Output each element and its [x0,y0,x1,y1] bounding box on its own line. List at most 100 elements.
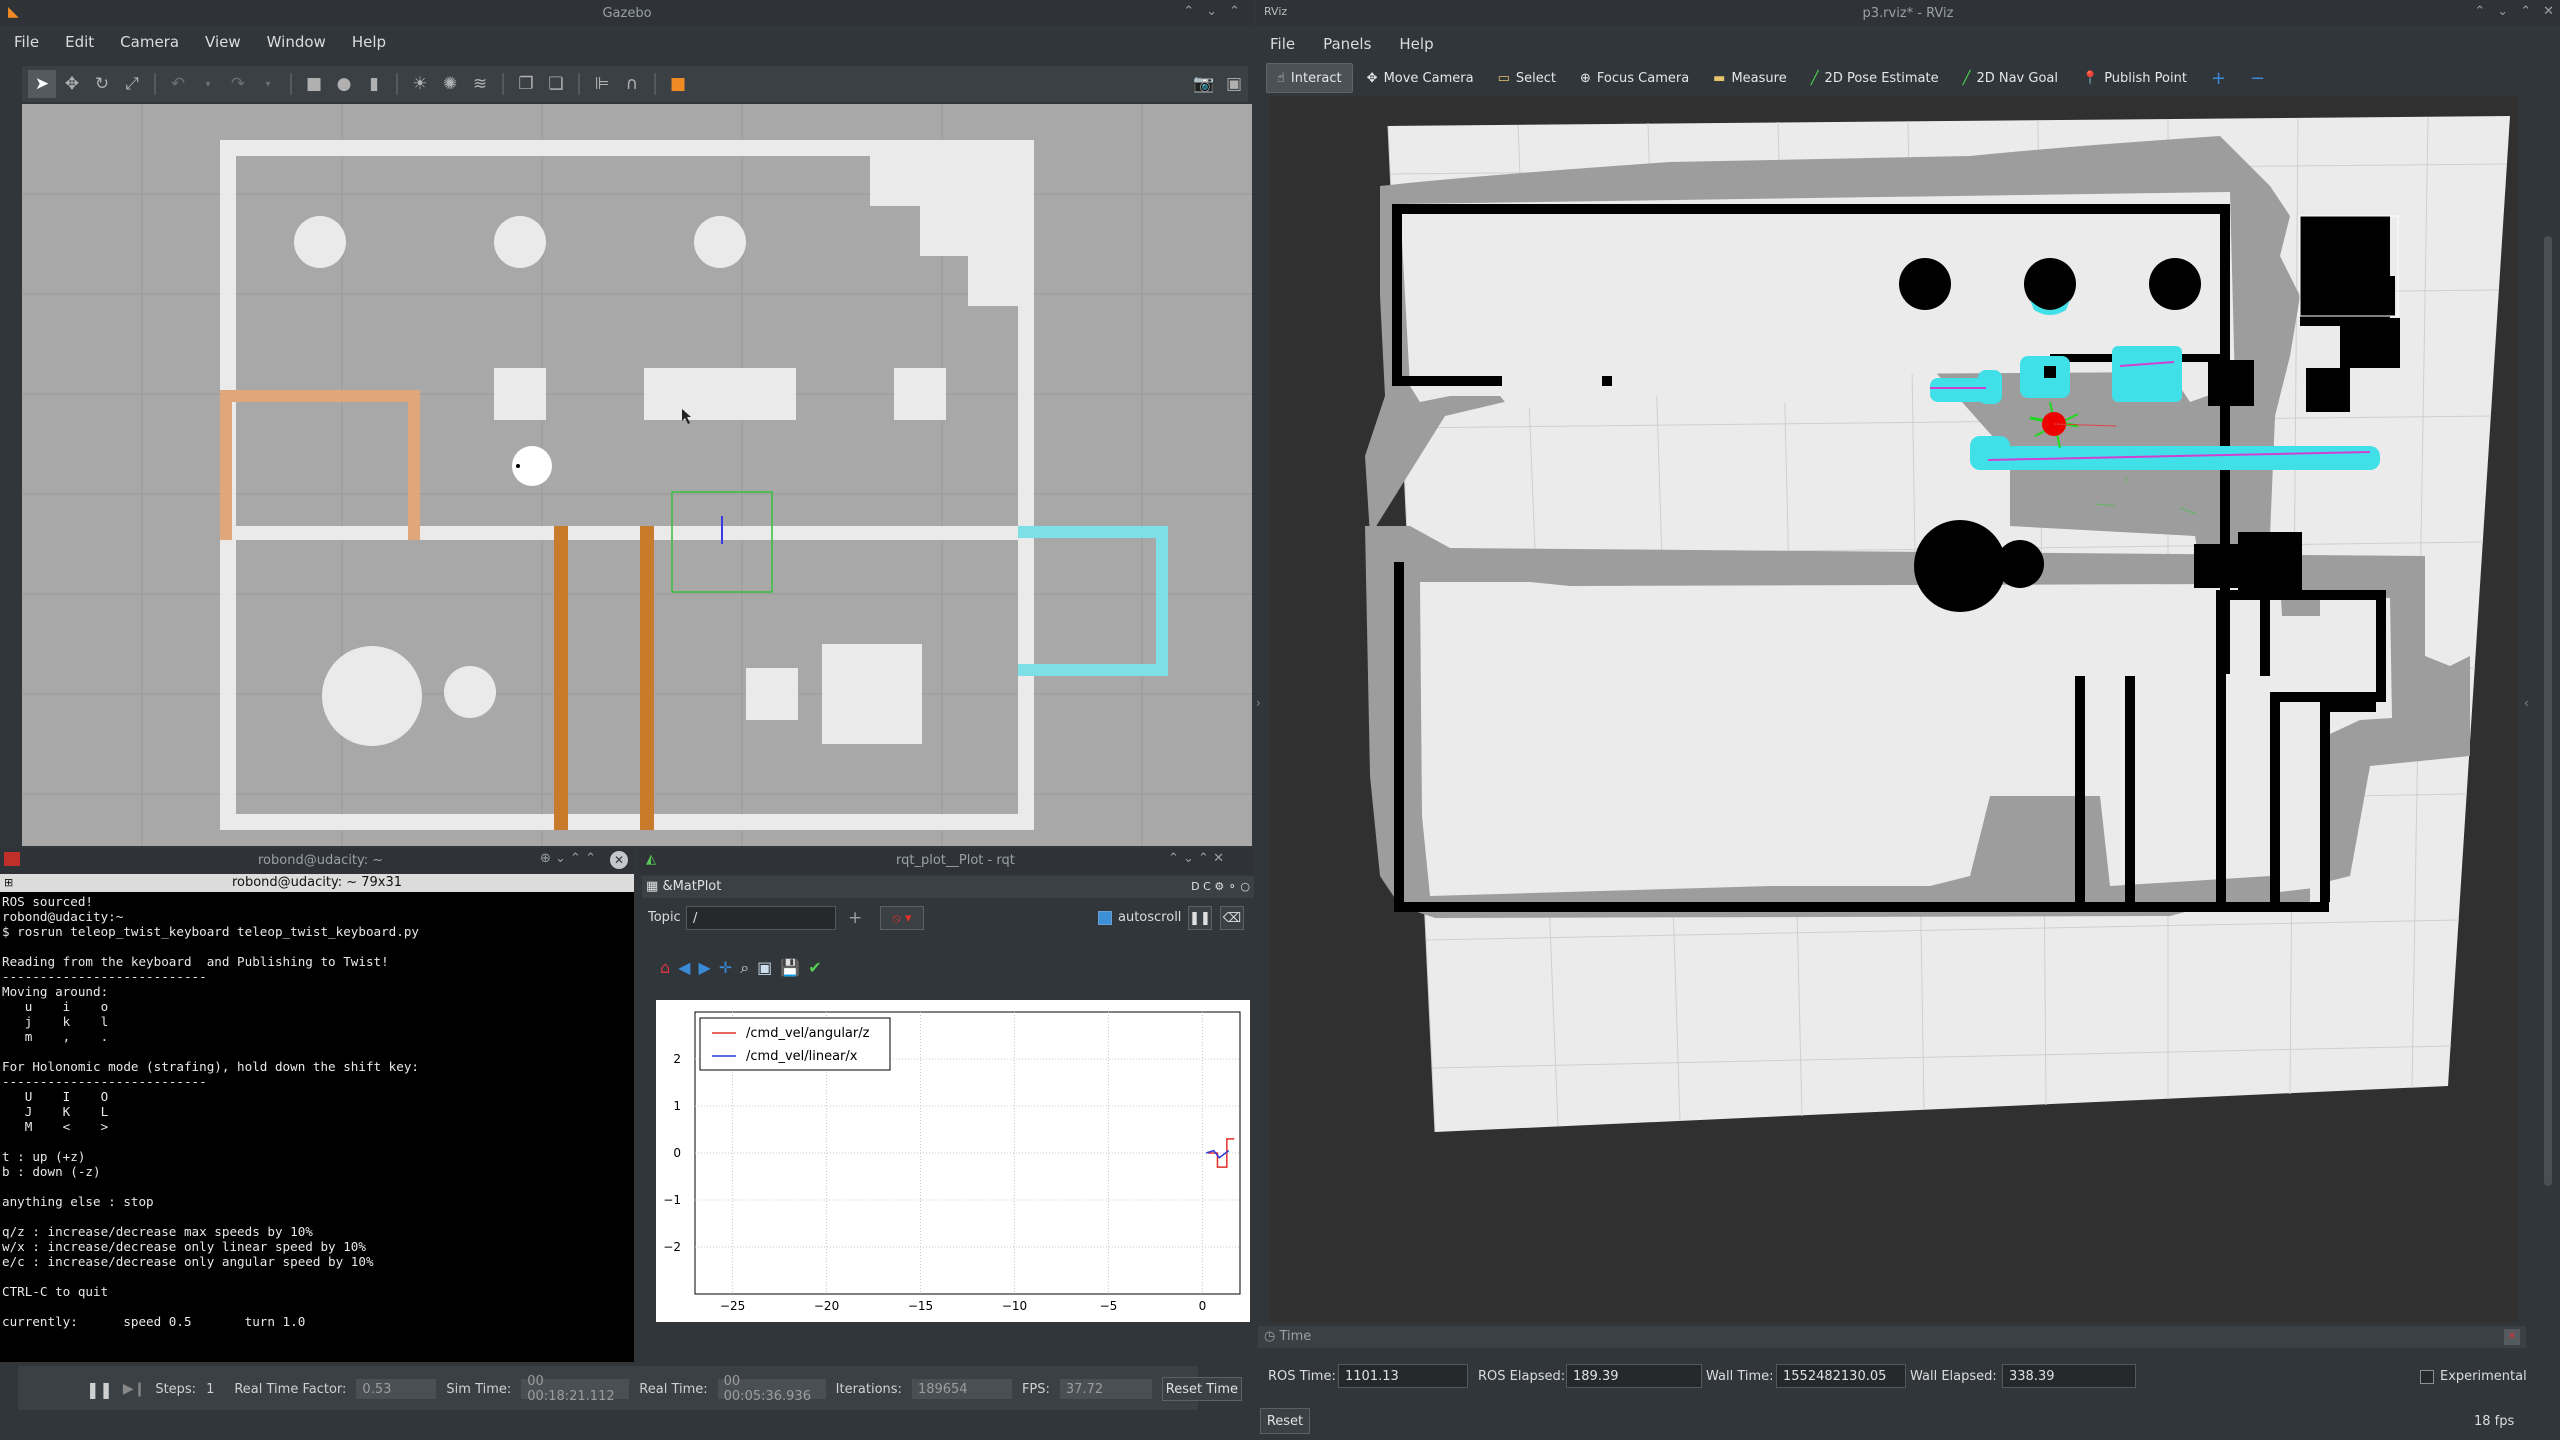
forward-icon[interactable]: ▶ [698,958,710,978]
paste-icon[interactable]: ❏ [542,70,570,98]
spot-light-icon[interactable]: ✺ [436,70,464,98]
menu-help[interactable]: Help [352,33,386,51]
redo-dropdown-icon[interactable]: ▾ [254,70,282,98]
pause-icon[interactable]: ❚❚ [86,1380,113,1399]
sphere-icon[interactable]: ● [330,70,358,98]
terminal-header: robond@udacity: ~ 79x31 [0,874,634,892]
tool-select[interactable]: ▭ Select [1488,63,1566,93]
rqt-plugin-bar: ▦ &MatPlot D C ⚙ ⚬ ○ [642,876,1254,898]
gazebo-scene-viewport[interactable] [22,104,1252,846]
step-icon[interactable]: ▶❙ [123,1381,146,1397]
wall-time-field[interactable]: 1552482130.05 [1776,1364,1906,1388]
back-icon[interactable]: ◀ [678,958,690,978]
snap-icon[interactable]: ∩ [618,70,646,98]
autoscroll-checkbox[interactable] [1098,911,1112,925]
menu-window[interactable]: Window [267,33,326,51]
real-time-value: 00 00:05:36.936 [717,1374,826,1404]
remove-tool-icon[interactable]: − [2240,63,2275,93]
cmd-vel-plot[interactable]: −25 −20 −15 −10 −5 0 2 1 0 −1 −2 /cmd_vel/angular/… [656,1000,1250,1322]
experimental-label: Experimental [2440,1369,2527,1384]
rviz-maximize-icon[interactable]: ⌃ [2520,4,2531,19]
menu-file[interactable]: File [14,33,39,51]
time-panel-close-icon[interactable]: ✕ [2504,1329,2520,1345]
steps-value[interactable]: 1 [206,1382,214,1397]
ros-elapsed-field[interactable]: 189.39 [1566,1364,1702,1388]
rqt-window-title: rqt_plot__Plot - rqt [896,853,1015,868]
zoom-icon[interactable]: ⌕ [740,958,749,978]
orange-marker-icon[interactable]: ■ [664,70,692,98]
rqt-window-controls[interactable]: ⌃ ⌄ ⌃ ✕ [1168,851,1224,866]
tool-move-camera[interactable]: ✥ Move Camera [1357,63,1484,93]
collapse-right-icon[interactable]: ‹ [2524,696,2529,710]
record-icon[interactable]: ▣ [1220,70,1248,98]
tool-measure[interactable]: ▬ Measure [1703,63,1797,93]
maximize-icon[interactable]: ⌃ [1229,4,1240,19]
redo-icon[interactable]: ↷ [224,70,252,98]
rviz-left-collapse[interactable]: › [1256,96,1266,1326]
ros-time-field[interactable]: 1101.13 [1338,1364,1468,1388]
real-time-label: Real Time: [639,1381,708,1397]
collapse-left-icon[interactable]: › [1256,696,1261,710]
tool-publish-point[interactable]: 📍 Publish Point [2072,63,2197,93]
subplots-icon[interactable]: ▣ [757,958,772,978]
publish-point-icon: 📍 [2082,70,2099,86]
directional-light-icon[interactable]: ≋ [466,70,494,98]
add-topic-icon[interactable]: + [848,908,862,928]
terminal-window-controls[interactable]: ⊕ ⌄ ⌃ ⌃ [540,851,596,866]
pause-plot-button[interactable]: ❚❚ [1188,906,1212,930]
rviz-close-icon[interactable]: ✕ [2543,4,2554,19]
rviz-minimize-icon[interactable]: ⌄ [2497,4,2508,19]
rviz-menu-panels[interactable]: Panels [1323,35,1371,53]
rqt-plugin-controls[interactable]: D C ⚙ ⚬ ○ [1191,876,1250,898]
rviz-3d-view[interactable] [1270,96,2518,1322]
wall-time-label: Wall Time: [1706,1369,1774,1384]
remove-topic-button[interactable]: ⦸ ▾ [880,906,924,930]
terminal-close-icon[interactable]: ✕ [610,851,628,869]
tool-interact[interactable]: ☝ Interact [1266,63,1353,93]
screenshot-icon[interactable]: 📷 [1190,70,1218,98]
scale-icon[interactable]: ⤢ [118,70,146,98]
edit-curves-icon[interactable]: ✔ [808,958,821,978]
box-icon[interactable]: ■ [300,70,328,98]
tool-2d-pose-estimate[interactable]: ╱ 2D Pose Estimate [1801,63,1949,93]
cylinder-icon[interactable]: ▮ [360,70,388,98]
rotate-icon[interactable]: ↻ [88,70,116,98]
terminal-output[interactable]: ROS sourced! robond@udacity:~ $ rosrun t… [0,892,634,1362]
gazebo-toolbar: ➤ ✥ ↻ ⤢ ↶ ▾ ↷ ▾ ■ ● ▮ ☀ ✺ ≋ ❐ ❏ ⊫ ∩ ■ 📷 … [22,66,1248,102]
undo-dropdown-icon[interactable]: ▾ [194,70,222,98]
select-arrow-icon[interactable]: ➤ [28,70,56,98]
rviz-keep-above-icon[interactable]: ⌃ [2474,4,2485,19]
point-light-icon[interactable]: ☀ [406,70,434,98]
rviz-menu-file[interactable]: File [1270,35,1295,53]
undo-icon[interactable]: ↶ [164,70,192,98]
copy-icon[interactable]: ❐ [512,70,540,98]
topic-input[interactable]: / [686,906,836,930]
reset-button[interactable]: Reset [1260,1408,1310,1434]
rqt-plot-icon: ▦ [646,879,659,894]
rviz-scrollbar[interactable] [2544,236,2552,1186]
focus-camera-icon: ⊕ [1579,70,1591,86]
save-figure-icon[interactable]: 💾 [780,958,800,978]
x-tick-label: −25 [720,1299,745,1313]
experimental-checkbox[interactable] [2420,1370,2434,1384]
clear-plot-button[interactable]: ⌫ [1220,906,1244,930]
menu-view[interactable]: View [205,33,241,51]
pan-icon[interactable]: ✛ [719,958,732,978]
align-icon[interactable]: ⊫ [588,70,616,98]
menu-camera[interactable]: Camera [120,33,179,51]
reset-time-button[interactable]: Reset Time [1161,1377,1242,1401]
rviz-menu-help[interactable]: Help [1399,35,1433,53]
wall-elapsed-field[interactable]: 338.39 [2002,1364,2136,1388]
tool-2d-nav-goal[interactable]: ╱ 2D Nav Goal [1953,63,2068,93]
home-icon[interactable]: ⌂ [660,958,670,978]
minimize-icon[interactable]: ⌄ [1206,4,1217,19]
tool-focus-camera[interactable]: ⊕ Focus Camera [1570,63,1699,93]
legend-label-angular: /cmd_vel/angular/z [746,1026,870,1041]
translate-icon[interactable]: ✥ [58,70,86,98]
keep-above-icon[interactable]: ⌃ [1183,4,1194,19]
add-tool-icon[interactable]: + [2201,63,2236,93]
menu-edit[interactable]: Edit [65,33,94,51]
autoscroll-label: autoscroll [1118,910,1182,925]
terminal-split-icon[interactable]: ⊞ [4,876,13,889]
rviz-right-collapse[interactable]: ‹ [2520,96,2560,1326]
